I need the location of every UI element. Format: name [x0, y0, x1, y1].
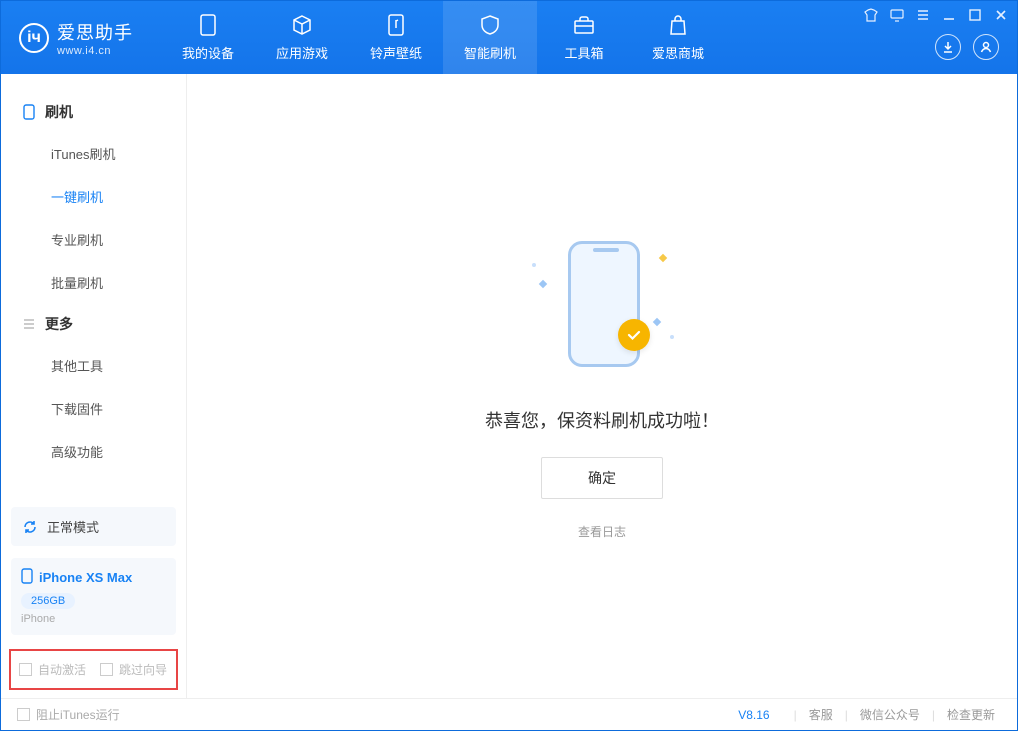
tab-label: 我的设备: [182, 43, 234, 62]
app-logo: iч 爱思助手 www.i4.cn: [1, 19, 151, 57]
tab-store[interactable]: 爱思商城: [631, 1, 725, 74]
sidebar-item-batch-flash[interactable]: 批量刷机: [1, 261, 186, 304]
sidebar-category-flash: 刷机: [1, 92, 186, 132]
tab-label: 铃声壁纸: [370, 43, 422, 62]
wechat-link[interactable]: 微信公众号: [854, 706, 926, 723]
main-content: 恭喜您，保资料刷机成功啦！ 确定 查看日志: [187, 74, 1017, 698]
tab-toolbox[interactable]: 工具箱: [537, 1, 631, 74]
status-bar: 阻止iTunes运行 V8.16 | 客服 | 微信公众号 | 检查更新: [1, 698, 1017, 730]
version-label: V8.16: [738, 708, 769, 722]
toolbox-icon: [572, 13, 596, 37]
tab-label: 智能刷机: [464, 43, 516, 62]
support-link[interactable]: 客服: [803, 706, 839, 723]
check-badge-icon: [618, 319, 650, 351]
category-label: 更多: [45, 314, 73, 334]
checkbox-label: 自动激活: [38, 661, 86, 678]
checkbox-skip-guide[interactable]: 跳过向导: [100, 661, 167, 678]
phone-small-icon: [21, 568, 33, 587]
sidebar-item-advanced[interactable]: 高级功能: [1, 430, 186, 473]
list-icon: [21, 316, 37, 332]
device-type: iPhone: [21, 613, 166, 625]
checkbox-icon: [17, 708, 30, 721]
checkbox-label: 阻止iTunes运行: [36, 706, 120, 723]
tab-my-device[interactable]: 我的设备: [161, 1, 255, 74]
shield-icon: [478, 13, 502, 37]
menu-icon[interactable]: [915, 7, 931, 23]
check-update-link[interactable]: 检查更新: [941, 706, 1001, 723]
device-name: iPhone XS Max: [39, 570, 132, 585]
sparkle-icon: [539, 279, 547, 287]
confirm-button[interactable]: 确定: [541, 457, 663, 499]
tab-label: 应用游戏: [276, 43, 328, 62]
cube-icon: [290, 13, 314, 37]
device-icon: [21, 104, 37, 120]
mode-label: 正常模式: [47, 517, 99, 536]
logo-icon: iч: [19, 23, 49, 53]
sparkle-icon: [653, 317, 661, 325]
maximize-icon[interactable]: [967, 7, 983, 23]
device-storage: 256GB: [21, 593, 75, 609]
sidebar-item-pro-flash[interactable]: 专业刷机: [1, 218, 186, 261]
app-header: iч 爱思助手 www.i4.cn 我的设备 应用游戏 铃声壁纸 智能刷机: [1, 1, 1017, 74]
device-mode[interactable]: 正常模式: [11, 507, 176, 546]
brand-name: 爱思助手: [57, 19, 133, 45]
sidebar-item-download-firmware[interactable]: 下载固件: [1, 387, 186, 430]
skin-icon[interactable]: [863, 7, 879, 23]
sidebar-category-more: 更多: [1, 304, 186, 344]
tab-smart-flash[interactable]: 智能刷机: [443, 1, 537, 74]
dot-icon: [532, 263, 536, 267]
success-illustration: [522, 233, 682, 383]
tab-label: 爱思商城: [652, 43, 704, 62]
flash-options-highlight: 自动激活 跳过向导: [9, 649, 178, 690]
tab-apps-games[interactable]: 应用游戏: [255, 1, 349, 74]
sidebar: 刷机 iTunes刷机 一键刷机 专业刷机 批量刷机 更多 其他工具 下载固件 …: [1, 74, 187, 698]
checkbox-block-itunes[interactable]: 阻止iTunes运行: [17, 706, 120, 723]
download-button[interactable]: [935, 34, 961, 60]
sidebar-item-itunes-flash[interactable]: iTunes刷机: [1, 132, 186, 175]
category-label: 刷机: [45, 102, 73, 122]
minimize-icon[interactable]: [941, 7, 957, 23]
device-info[interactable]: iPhone XS Max 256GB iPhone: [11, 558, 176, 635]
window-controls: [863, 7, 1009, 23]
phone-icon: [196, 13, 220, 37]
tab-ringtones[interactable]: 铃声壁纸: [349, 1, 443, 74]
music-icon: [384, 13, 408, 37]
feedback-icon[interactable]: [889, 7, 905, 23]
top-tabs: 我的设备 应用游戏 铃声壁纸 智能刷机 工具箱 爱思商城: [161, 1, 725, 74]
checkbox-label: 跳过向导: [119, 661, 167, 678]
sidebar-item-other-tools[interactable]: 其他工具: [1, 344, 186, 387]
tab-label: 工具箱: [564, 43, 603, 62]
refresh-icon: [21, 518, 39, 536]
sidebar-item-oneclick-flash[interactable]: 一键刷机: [1, 175, 186, 218]
success-message: 恭喜您，保资料刷机成功啦！: [485, 407, 719, 433]
close-icon[interactable]: [993, 7, 1009, 23]
brand-url: www.i4.cn: [57, 45, 133, 57]
dot-icon: [670, 335, 674, 339]
header-actions: [935, 34, 999, 60]
checkbox-icon: [100, 663, 113, 676]
user-button[interactable]: [973, 34, 999, 60]
bag-icon: [666, 13, 690, 37]
view-log-link[interactable]: 查看日志: [578, 523, 626, 540]
checkbox-auto-activate[interactable]: 自动激活: [19, 661, 86, 678]
checkbox-icon: [19, 663, 32, 676]
sparkle-icon: [659, 253, 667, 261]
